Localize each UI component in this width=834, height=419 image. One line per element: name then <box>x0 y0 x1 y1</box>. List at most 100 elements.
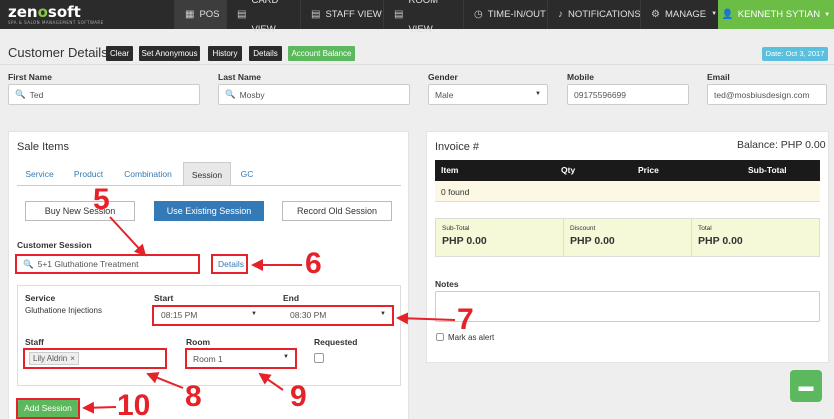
annotation-5: 5 <box>93 183 110 216</box>
col-subtotal: Sub-Total <box>748 165 787 175</box>
discount-cell: Discount PHP 0.00 <box>564 219 692 256</box>
account-balance-button[interactable]: Account Balance <box>288 46 355 61</box>
clear-button[interactable]: Clear <box>106 46 133 61</box>
date-badge: Date: Oct 3, 2017 <box>762 47 828 61</box>
buy-new-session-button[interactable]: Buy New Session <box>25 201 135 221</box>
tab-service[interactable]: Service <box>17 162 62 186</box>
top-navbar: zenosoft SPA & SALON MANAGEMENT SOFTWARE… <box>0 0 834 35</box>
record-old-session-button[interactable]: Record Old Session <box>282 201 392 221</box>
discount-label: Discount <box>570 225 596 232</box>
annotation-8: 8 <box>185 380 202 413</box>
chat-icon[interactable]: ▬ <box>790 370 822 402</box>
tab-session[interactable]: Session <box>183 162 231 186</box>
chevron-down-icon: ▼ <box>711 11 718 17</box>
notes-textarea[interactable] <box>435 291 820 322</box>
highlight-room <box>185 348 297 369</box>
nav-time-in-out-label: TIME-IN/OUT <box>487 9 546 20</box>
highlight-time-selects <box>152 305 394 326</box>
invoice-title: Invoice # <box>435 141 480 153</box>
details-button[interactable]: Details <box>249 46 282 61</box>
email-label: Email <box>707 72 730 82</box>
tab-divider <box>17 185 401 186</box>
email-value: ted@mosbiusdesign.com <box>714 89 810 100</box>
service-label: Service <box>25 293 56 303</box>
requested-checkbox[interactable] <box>314 353 324 363</box>
clock-icon: ◷ <box>474 9 483 20</box>
highlight-add-session <box>16 398 80 419</box>
discount-value: PHP 0.00 <box>570 235 615 247</box>
staff-label: Staff <box>25 337 44 347</box>
nav-room-view-label: ROOM VIEW <box>408 0 439 35</box>
nav-card-view[interactable]: ▤ CARD VIEW <box>226 0 300 35</box>
search-icon: 🔍 <box>15 89 26 99</box>
chevron-down-icon: ▼ <box>824 11 831 18</box>
search-icon: 🔍 <box>225 89 236 99</box>
gender-value: Male <box>435 89 454 100</box>
logo-tagline: SPA & SALON MANAGEMENT SOFTWARE <box>8 20 104 25</box>
nav-pos-label: POS <box>199 9 220 20</box>
nav-manage[interactable]: ⚙ MANAGE ▼ <box>640 0 718 29</box>
session-booking-panel <box>17 285 401 386</box>
logo-text-b: soft <box>47 3 81 21</box>
mobile-field[interactable]: 09175596699 <box>567 84 689 105</box>
service-value: Gluthatione Injections <box>25 306 102 315</box>
annotation-7: 7 <box>457 303 474 336</box>
subtotal-label: Sub-Total <box>442 225 470 232</box>
tab-gc[interactable]: GC <box>235 162 259 186</box>
nav-manage-label: MANAGE <box>664 9 707 20</box>
end-label: End <box>283 293 300 303</box>
last-name-field[interactable]: 🔍 Mosby <box>218 84 410 105</box>
first-name-field[interactable]: 🔍 Ted <box>8 84 200 105</box>
gender-select[interactable]: Male ▼ <box>428 84 548 105</box>
total-label: Total <box>698 225 712 232</box>
logo-text-o: o <box>37 3 48 21</box>
email-field[interactable]: ted@mosbiusdesign.com <box>707 84 827 105</box>
requested-label: Requested <box>314 337 358 347</box>
grid-icon: ▦ <box>185 9 195 20</box>
user-menu[interactable]: 👤 KENNETH SYTIAN ▼ <box>718 0 834 29</box>
zensoft-logo[interactable]: zenosoft SPA & SALON MANAGEMENT SOFTWARE <box>8 3 104 25</box>
nav-pos[interactable]: ▦ POS <box>174 0 226 29</box>
nav-staff-view[interactable]: ▤ STAFF VIEW <box>300 0 383 29</box>
nav-room-view[interactable]: ▤ ROOM VIEW <box>383 0 463 35</box>
history-button[interactable]: History <box>208 46 242 61</box>
bell-icon: ♪ <box>558 9 563 20</box>
last-name-label: Last Name <box>218 72 261 82</box>
invoice-empty-text: 0 found <box>441 187 470 197</box>
caret-icon: ▼ <box>535 91 541 97</box>
use-existing-session-button[interactable]: Use Existing Session <box>154 201 264 221</box>
nav-time-in-out[interactable]: ◷ TIME-IN/OUT <box>463 0 547 29</box>
cards-icon: ▤ <box>237 9 247 20</box>
user-name: KENNETH SYTIAN <box>737 9 821 20</box>
annotation-10: 10 <box>117 389 151 419</box>
nav-staff-view-label: STAFF VIEW <box>325 9 382 20</box>
subtotal-cell: Sub-Total PHP 0.00 <box>436 219 564 256</box>
last-name-value: Mosby <box>239 89 265 100</box>
customer-session-label: Customer Session <box>17 240 92 250</box>
invoice-table-header: Item Qty Price Sub-Total <box>435 160 820 181</box>
first-name-value: Ted <box>29 89 44 100</box>
highlight-staff <box>23 348 167 369</box>
col-qty: Qty <box>561 165 576 175</box>
total-cell: Total PHP 0.00 <box>692 219 819 256</box>
logo-text-a: zen <box>8 3 38 21</box>
nav-notifications[interactable]: ♪ NOTIFICATIONS <box>547 0 641 29</box>
mark-alert-checkbox[interactable] <box>436 333 444 341</box>
balance-value: Balance: PHP 0.00 <box>737 139 826 151</box>
staff-icon: ▤ <box>311 9 321 20</box>
total-value: PHP 0.00 <box>698 235 743 247</box>
start-label: Start <box>154 293 174 303</box>
nav-notifications-label: NOTIFICATIONS <box>568 9 641 20</box>
room-icon: ▤ <box>394 9 404 20</box>
customer-details-title: Customer Details <box>8 45 108 60</box>
mobile-label: Mobile <box>567 72 594 82</box>
annotation-9: 9 <box>290 380 307 413</box>
highlight-details-link <box>211 254 248 274</box>
gender-label: Gender <box>428 72 458 82</box>
invoice-empty-row: 0 found <box>435 181 820 202</box>
set-anonymous-button[interactable]: Set Anonymous <box>139 46 200 61</box>
gear-icon: ⚙ <box>651 9 660 20</box>
divider <box>0 64 834 65</box>
subtotal-value: PHP 0.00 <box>442 235 487 247</box>
tab-combination[interactable]: Combination <box>118 162 178 186</box>
